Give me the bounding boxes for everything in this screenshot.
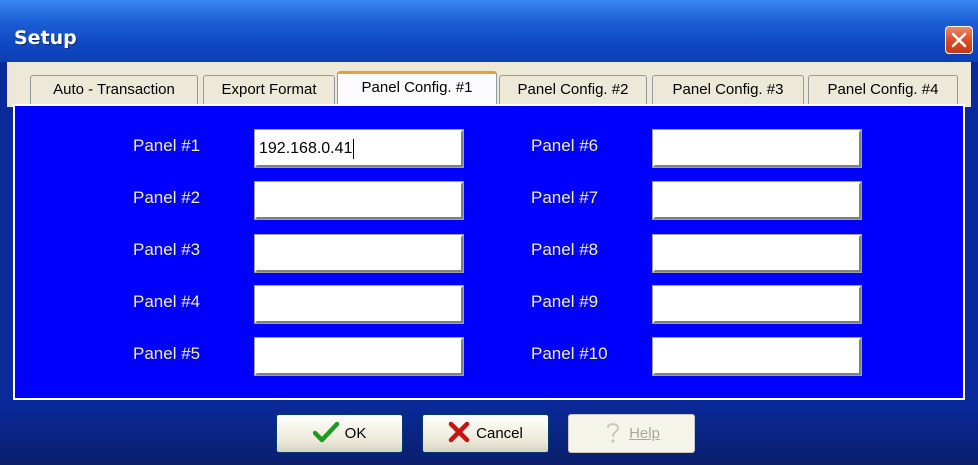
tab-panel-config-2[interactable]: Panel Config. #2 [499, 75, 647, 105]
panel-1-label: Panel #1 [133, 136, 201, 155]
panel-1-value: 192.168.0.41 [259, 140, 353, 157]
tab-auto-transaction[interactable]: Auto - Transaction [30, 75, 198, 105]
help-label: Help [629, 425, 660, 442]
panel-10-input[interactable] [652, 337, 862, 376]
panel-5-label: Panel #5 [133, 344, 201, 363]
window-title: Setup [14, 27, 77, 49]
checkmark-icon [312, 421, 339, 447]
text-caret [353, 138, 355, 159]
panel-9-label: Panel #9 [531, 292, 599, 311]
tab-export-format[interactable]: Export Format [203, 75, 335, 105]
panel-7-input[interactable] [652, 181, 862, 220]
panel-4-label: Panel #4 [133, 292, 201, 311]
panel-6-label: Panel #6 [531, 136, 599, 155]
panel-1-input[interactable]: 192.168.0.41 [254, 129, 464, 168]
title-bar[interactable]: Setup [0, 0, 978, 62]
panel-5-input[interactable] [254, 337, 464, 376]
tab-panel-config-3[interactable]: Panel Config. #3 [652, 75, 804, 105]
setup-dialog: Setup Auto - Transaction Export Format P… [0, 0, 978, 465]
cancel-label: Cancel [476, 425, 523, 442]
panel-8-input[interactable] [652, 234, 862, 273]
panel-7-label: Panel #7 [531, 188, 599, 207]
panel-6-input[interactable] [652, 129, 862, 168]
help-button[interactable]: Help [568, 414, 695, 453]
ok-button[interactable]: OK [276, 414, 403, 453]
panel-9-input[interactable] [652, 285, 862, 324]
cancel-button[interactable]: Cancel [422, 414, 549, 453]
panel-2-label: Panel #2 [133, 188, 201, 207]
panel-3-label: Panel #3 [133, 240, 201, 259]
panel-2-input[interactable] [254, 181, 464, 220]
panel-4-input[interactable] [254, 285, 464, 324]
ok-label: OK [344, 425, 367, 442]
tab-panel-config-4[interactable]: Panel Config. #4 [808, 75, 958, 105]
x-icon [448, 421, 470, 447]
panel-10-label: Panel #10 [531, 344, 608, 363]
question-icon [603, 420, 623, 448]
panel-8-label: Panel #8 [531, 240, 599, 259]
panel-3-input[interactable] [254, 234, 464, 273]
close-button[interactable] [945, 26, 973, 54]
tab-panel-config-1[interactable]: Panel Config. #1 [337, 71, 497, 107]
